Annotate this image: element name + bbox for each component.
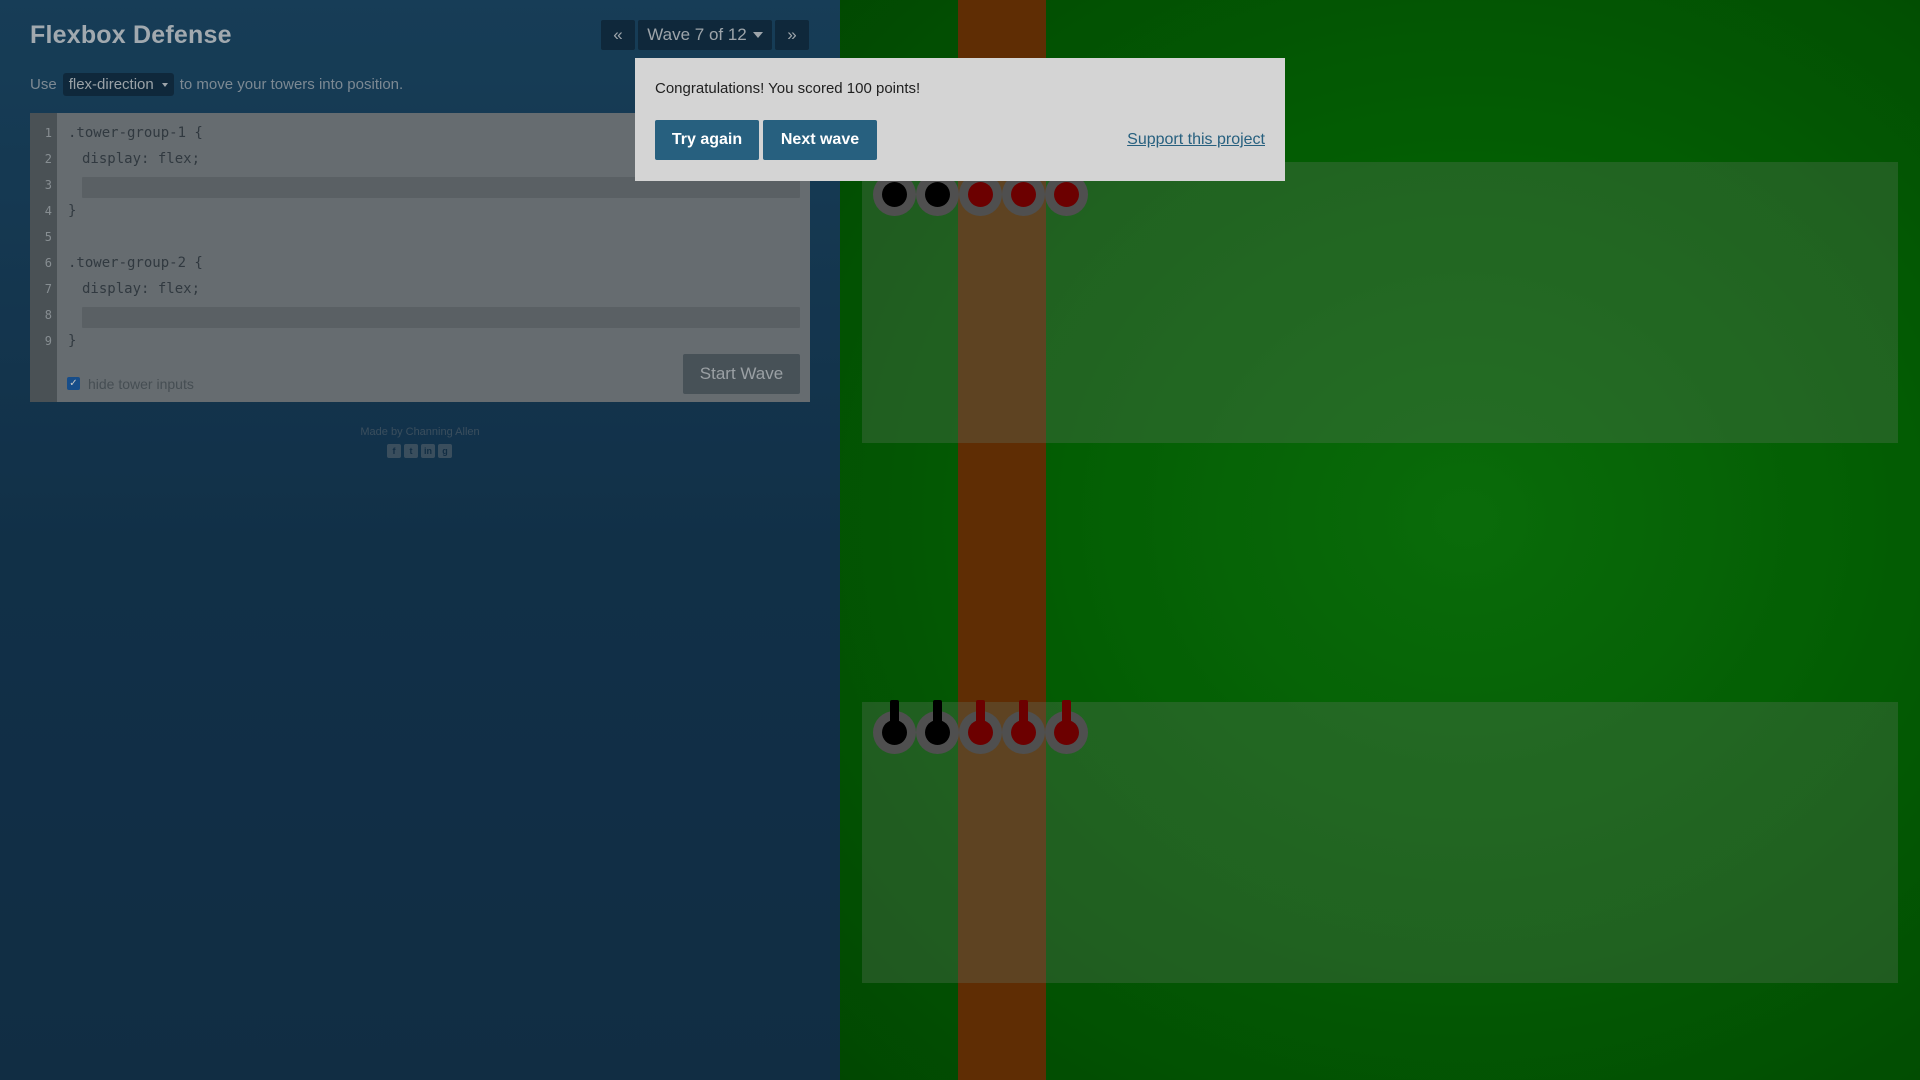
caret-down-icon (161, 82, 168, 87)
line-gutter: 1 2 3 4 5 6 7 8 9 (30, 113, 57, 402)
checkmark-icon: ✓ (69, 377, 78, 389)
code-line: .tower-group-1 { (68, 125, 203, 141)
social-links: f t in g (387, 444, 452, 458)
caret-down-icon (752, 32, 763, 38)
tower-black (873, 700, 916, 754)
line-number: 4 (44, 204, 52, 218)
tower-group-2-input[interactable] (82, 307, 800, 328)
tower-core (968, 182, 993, 207)
github-icon[interactable]: g (438, 444, 452, 458)
line-number: 2 (44, 152, 52, 166)
instructions-suffix: to move your towers into position. (179, 76, 404, 93)
tower-red (1045, 700, 1088, 754)
property-select[interactable]: flex-direction (62, 73, 174, 96)
line-number: 9 (44, 334, 52, 348)
line-number: 1 (44, 126, 52, 140)
support-project-link[interactable]: Support this project (1127, 131, 1265, 149)
double-chevron-left-icon: « (613, 25, 623, 44)
double-chevron-right-icon: » (787, 25, 797, 44)
prev-wave-button[interactable]: « (601, 20, 635, 50)
tower-core (968, 720, 993, 745)
hide-inputs-checkbox[interactable]: ✓ (67, 377, 80, 390)
tower-red (959, 700, 1002, 754)
line-number: 3 (44, 178, 52, 192)
start-wave-button[interactable]: Start Wave (683, 354, 800, 394)
line-number: 6 (44, 256, 52, 270)
linkedin-icon[interactable]: in (421, 444, 435, 458)
wave-select[interactable]: Wave 7 of 12 (638, 20, 772, 50)
twitter-icon[interactable]: t (404, 444, 418, 458)
code-line: .tower-group-2 { (68, 255, 203, 271)
tower-core (1054, 182, 1079, 207)
tower-core (925, 182, 950, 207)
line-number: 7 (44, 282, 52, 296)
property-name: flex-direction (68, 76, 154, 93)
result-modal: Congratulations! You scored 100 points! … (635, 58, 1285, 181)
code-line: } (68, 333, 77, 349)
tower-black (916, 700, 959, 754)
next-wave-button[interactable]: Next wave (763, 120, 877, 160)
tower-core (882, 720, 907, 745)
tower-red (1002, 700, 1045, 754)
code-line: display: flex; (82, 281, 201, 297)
app-title: Flexbox Defense (30, 21, 232, 49)
tower-core (1011, 182, 1036, 207)
instructions: Use flex-direction to move your towers i… (30, 73, 403, 96)
author-credit[interactable]: Made by Channing Allen (300, 426, 540, 438)
tower-core (1011, 720, 1036, 745)
hide-inputs-label: hide tower inputs (88, 376, 194, 392)
line-number: 5 (44, 230, 52, 244)
next-wave-button[interactable]: » (775, 20, 809, 50)
instructions-prefix: Use (30, 76, 57, 93)
tower-core (1054, 720, 1079, 745)
tower-core (925, 720, 950, 745)
tower-core (882, 182, 907, 207)
code-line: display: flex; (82, 151, 201, 167)
try-again-button[interactable]: Try again (655, 120, 759, 160)
tower-group-1 (862, 162, 1898, 443)
result-message: Congratulations! You scored 100 points! (655, 80, 921, 97)
wave-label: Wave 7 of 12 (647, 25, 747, 44)
code-line: } (68, 203, 77, 219)
facebook-icon[interactable]: f (387, 444, 401, 458)
tower-group-2 (862, 700, 1898, 983)
line-number: 8 (44, 308, 52, 322)
